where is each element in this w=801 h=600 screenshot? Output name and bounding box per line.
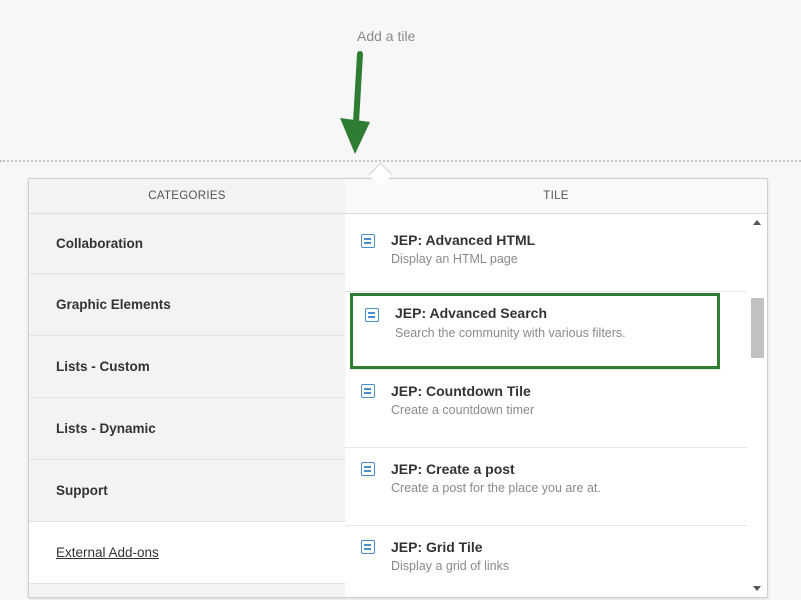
tile-countdown[interactable]: JEP: Countdown Tile Create a countdown t… xyxy=(345,370,747,448)
tile-advanced-html[interactable]: JEP: Advanced HTML Display an HTML page xyxy=(345,214,747,292)
tile-description: Search the community with various filter… xyxy=(395,326,626,340)
tile-icon xyxy=(361,384,375,398)
tile-scrollbar[interactable] xyxy=(749,214,767,597)
scroll-down-icon[interactable] xyxy=(753,586,761,591)
tile-description: Create a countdown timer xyxy=(391,403,535,417)
tile-title: JEP: Advanced HTML xyxy=(391,232,536,248)
tiles-header: TILE xyxy=(345,179,767,214)
tile-title: JEP: Countdown Tile xyxy=(391,383,531,399)
categories-column: CATEGORIES Collaboration Graphic Element… xyxy=(29,179,346,597)
scroll-up-icon[interactable] xyxy=(753,220,761,225)
tile-title: JEP: Advanced Search xyxy=(395,305,547,321)
add-tile-label: Add a tile xyxy=(357,28,416,44)
category-lists-dynamic[interactable]: Lists - Dynamic xyxy=(29,398,345,460)
tile-icon xyxy=(361,540,375,554)
tile-grid[interactable]: JEP: Grid Tile Display a grid of links xyxy=(345,526,747,597)
category-lists-custom[interactable]: Lists - Custom xyxy=(29,336,345,398)
category-external-add-ons[interactable]: External Add-ons xyxy=(29,522,345,584)
tile-icon xyxy=(365,308,379,322)
scroll-thumb[interactable] xyxy=(751,298,764,358)
tile-icon xyxy=(361,234,375,248)
categories-header: CATEGORIES xyxy=(29,179,345,214)
tile-description: Display a grid of links xyxy=(391,559,510,573)
tile-description: Display an HTML page xyxy=(391,252,518,266)
add-tile-popover: CATEGORIES Collaboration Graphic Element… xyxy=(28,178,768,598)
tile-advanced-search[interactable]: JEP: Advanced Search Search the communit… xyxy=(349,292,721,370)
category-collaboration[interactable]: Collaboration xyxy=(29,214,345,274)
green-arrow-icon xyxy=(340,51,370,154)
tiles-column: TILE JEP: Advanced HTML Display an HTML … xyxy=(345,179,767,597)
tile-title: JEP: Create a post xyxy=(391,461,515,477)
tile-create-post[interactable]: JEP: Create a post Create a post for the… xyxy=(345,448,747,526)
category-support[interactable]: Support xyxy=(29,460,345,522)
drop-zone-divider xyxy=(0,160,801,162)
tile-title: JEP: Grid Tile xyxy=(391,539,483,555)
category-graphic-elements[interactable]: Graphic Elements xyxy=(29,274,345,336)
tile-list: JEP: Advanced HTML Display an HTML page … xyxy=(345,214,747,597)
tile-icon xyxy=(361,462,375,476)
tile-description: Create a post for the place you are at. xyxy=(391,481,601,495)
